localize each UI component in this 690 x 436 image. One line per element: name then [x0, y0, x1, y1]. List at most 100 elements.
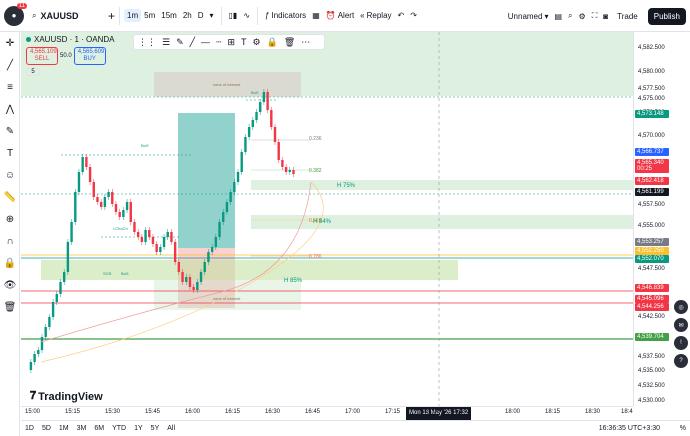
template-icon[interactable]: ☰ — [162, 37, 170, 48]
zone-of-interest-bottom — [154, 280, 301, 310]
lock-icon[interactable]: 🔒 — [0, 252, 20, 274]
sell-button[interactable]: 4,565.109 SELL — [26, 47, 58, 65]
text-tool-icon[interactable]: T — [241, 37, 247, 47]
range-5d[interactable]: 5D — [38, 425, 55, 432]
candle-body — [59, 282, 62, 294]
eye-icon[interactable]: 👁 — [0, 274, 20, 296]
legend-title-row[interactable]: XAUUSD · 1 · OANDA — [26, 35, 114, 44]
symbol-search[interactable]: ⌕ XAUUSD — [32, 6, 104, 26]
h84-label: H 84% — [313, 219, 332, 225]
candle-body — [188, 277, 192, 287]
trade-button[interactable]: Trade — [611, 9, 644, 24]
trash-icon[interactable]: 🗑 — [284, 37, 295, 48]
layout-name-dropdown[interactable]: Unnamed ▾ — [505, 10, 552, 23]
alert-button[interactable]: ⏰ Alert — [323, 9, 357, 22]
candle-body — [247, 127, 251, 137]
magnet-icon[interactable]: ∩ — [0, 230, 20, 252]
candle-body — [40, 337, 44, 350]
candle-body — [77, 172, 81, 192]
trash-icon[interactable]: 🗑 — [0, 296, 20, 318]
range-ytd[interactable]: YTD — [108, 425, 130, 432]
more-icon[interactable]: ⋯ — [301, 37, 310, 48]
candle-body — [103, 197, 107, 207]
search-icon[interactable]: ⌕ — [565, 9, 575, 23]
candle-body — [262, 92, 266, 102]
sell-price: 4,565.109 — [30, 49, 57, 55]
drag-handle-icon[interactable]: ⋮⋮ — [138, 37, 156, 48]
timeframe-5m[interactable]: 5m — [141, 9, 158, 22]
candle-body — [107, 192, 110, 197]
anchor-icon[interactable]: ⊞ — [227, 37, 235, 48]
candles-icon[interactable]: ▯▮ — [226, 9, 241, 22]
chat-icon[interactable]: ◎ — [674, 300, 688, 314]
gear-icon[interactable]: ⚙ — [576, 10, 589, 23]
candle-body — [207, 252, 210, 262]
range-3m[interactable]: 3M — [73, 425, 91, 432]
range-5y[interactable]: 5Y — [147, 425, 164, 432]
line-style-icon[interactable]: ┄ — [216, 37, 221, 48]
candle-body — [210, 247, 214, 252]
lock-icon[interactable]: 🔒 — [267, 37, 278, 48]
undo-icon[interactable]: ↶ — [395, 9, 408, 22]
redo-icon[interactable]: ↷ — [407, 9, 420, 22]
line-color-icon[interactable]: ╱ — [190, 37, 195, 48]
camera-icon[interactable]: ◙ — [600, 10, 611, 23]
user-avatar[interactable]: ● 11 — [4, 2, 27, 26]
range-1d[interactable]: 1D — [21, 425, 38, 432]
indicator-count-toggle[interactable]: 5 — [26, 68, 40, 76]
sell-label: SELL — [34, 56, 50, 62]
candle-body — [155, 244, 158, 252]
time-tick: 15:00 — [25, 409, 41, 415]
candle-body — [229, 192, 232, 202]
replay-button[interactable]: « Replay — [357, 9, 394, 22]
time-tick: 15:30 — [105, 409, 121, 415]
trend-line-icon[interactable]: ╱ — [0, 54, 20, 76]
chart-area[interactable]: BoS BoS i-ChoCh zone of interest zone of… — [21, 32, 633, 406]
bos-label-1: BoS — [141, 143, 149, 148]
templates-icon[interactable]: ▦ — [309, 9, 323, 22]
range-all[interactable]: All — [163, 425, 179, 432]
timeframe-1m[interactable]: 1m — [124, 9, 142, 22]
notifications-icon[interactable]: ! — [674, 336, 688, 350]
percent-toggle[interactable]: % — [680, 425, 686, 432]
crosshair-icon[interactable]: ✛ — [0, 32, 20, 54]
buy-button[interactable]: 4,565.609 BUY — [73, 47, 106, 65]
line-chart-icon[interactable]: ∿ — [240, 9, 253, 22]
range-1m[interactable]: 1M — [55, 425, 73, 432]
timeframe-dropdown-icon[interactable]: ▾ — [207, 9, 217, 22]
line-width-icon[interactable]: — — [201, 37, 210, 47]
zoom-icon[interactable]: ⊕ — [0, 208, 20, 230]
compare-plus-icon[interactable]: + — [108, 9, 115, 23]
help-icon[interactable]: ? — [674, 354, 688, 368]
indicators-button[interactable]: ƒ Indicators — [262, 9, 309, 22]
pencil-icon[interactable]: ✎ — [176, 37, 184, 48]
settings-icon[interactable]: ⚙ — [253, 37, 261, 48]
range-6m[interactable]: 6M — [90, 425, 108, 432]
market-status-dot — [26, 37, 31, 42]
publish-button[interactable]: Publish — [647, 7, 686, 25]
candle-body — [140, 237, 144, 242]
price-tick: 4,577.500 — [638, 86, 665, 92]
long-position-target — [178, 113, 235, 248]
price-tick: 4,532.500 — [638, 383, 665, 389]
timeframe-2h[interactable]: 2h — [180, 9, 195, 22]
timeframe-15m[interactable]: 15m — [158, 9, 180, 22]
time-scale[interactable]: Mon 18 May '26 17:32 15:00 15:15 15:30 15:4… — [21, 406, 633, 421]
brush-icon[interactable]: ✎ — [0, 120, 20, 142]
timeframe-d[interactable]: D — [195, 9, 207, 22]
layout-grid-icon[interactable]: ▤ — [551, 10, 565, 23]
candle-body — [162, 237, 166, 247]
text-icon[interactable]: T — [0, 142, 20, 164]
price-tag: 4,562.418 — [635, 177, 669, 185]
ideas-icon[interactable]: ✉ — [674, 318, 688, 332]
emoji-icon[interactable]: ☺ — [0, 164, 20, 186]
pattern-icon[interactable]: ⋀ — [0, 98, 20, 120]
price-tag: 4,539.704 — [635, 333, 669, 341]
price-tick: 4,582.500 — [638, 45, 665, 51]
range-1y[interactable]: 1Y — [130, 425, 147, 432]
fullscreen-icon[interactable]: ⛶ — [589, 9, 601, 23]
price-tag: 00:25 — [635, 165, 669, 173]
candle-body — [273, 127, 277, 142]
ruler-icon[interactable]: 📏 — [0, 186, 20, 208]
fib-icon[interactable]: ≡ — [0, 76, 20, 98]
